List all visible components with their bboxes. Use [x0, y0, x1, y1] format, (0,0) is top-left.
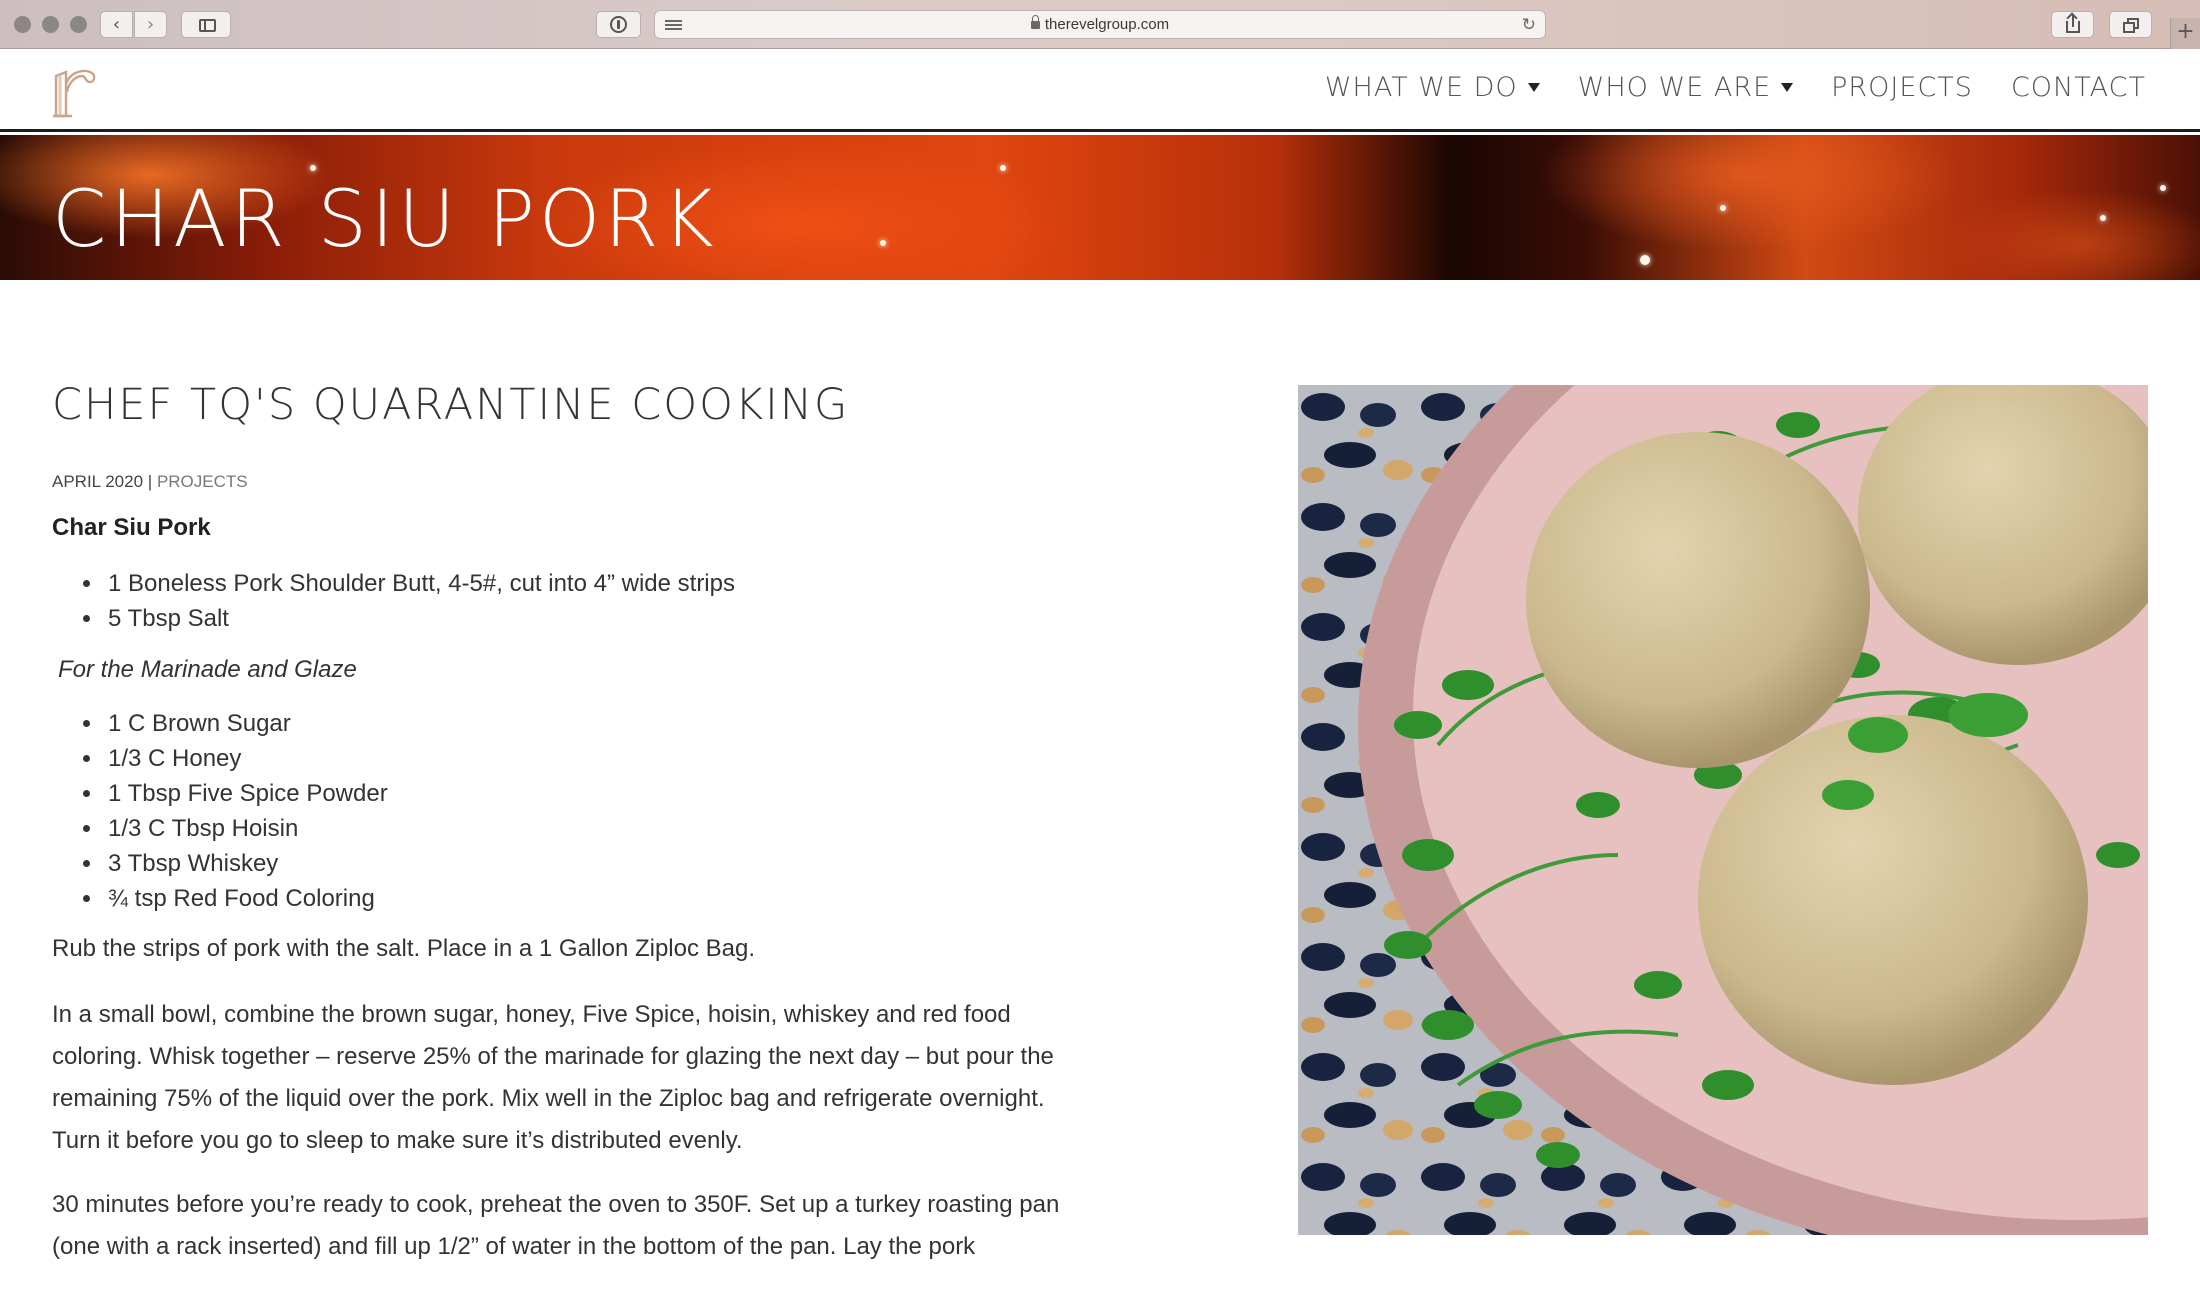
sidebar-icon — [199, 19, 216, 32]
recipe-title: Char Siu Pork — [52, 514, 211, 541]
marinade-heading: For the Marinade and Glaze — [58, 656, 357, 683]
hero-sparkle — [310, 165, 316, 171]
instruction-paragraph: Rub the strips of pork with the salt. Pl… — [52, 935, 756, 962]
ingredients-list: 1 Boneless Pork Shoulder Butt, 4-5#, cut… — [104, 566, 1092, 636]
sidebar-toggle-button[interactable] — [181, 11, 231, 38]
forward-button[interactable]: › — [134, 11, 167, 38]
hero-banner: CHAR SIU PORK — [0, 135, 2200, 280]
list-item: ¾ tsp Red Food Coloring — [104, 881, 1092, 916]
chevron-left-icon: ‹ — [112, 14, 121, 35]
nav-contact[interactable]: CONTACT — [2011, 72, 2146, 103]
window-zoom-button[interactable] — [70, 16, 87, 33]
marinade-ingredients-list: 1 C Brown Sugar 1/3 C Honey 1 Tbsp Five … — [104, 706, 1092, 916]
share-button[interactable] — [2051, 11, 2094, 38]
show-tabs-button[interactable] — [2109, 11, 2152, 38]
password-key-icon — [610, 16, 627, 33]
nav-projects[interactable]: PROJECTS — [1831, 72, 1973, 103]
address-bar[interactable]: therevelgroup.com ↻ — [654, 10, 1546, 39]
article: CHEF TQ'S QUARANTINE COOKING APRIL 2020 … — [52, 380, 1092, 1268]
caret-down-icon — [1781, 83, 1794, 92]
window-close-button[interactable] — [14, 16, 31, 33]
site-header: WHAT WE DO WHO WE ARE PROJECTS CONTACT — [0, 50, 2200, 132]
list-item: 5 Tbsp Salt — [104, 601, 1092, 636]
main-navigation: WHAT WE DO WHO WE ARE PROJECTS CONTACT — [1325, 72, 2146, 103]
recipe-photo — [1298, 385, 2148, 1235]
post-meta: APRIL 2020 | PROJECTS — [52, 472, 1092, 492]
revel-logo[interactable] — [50, 58, 100, 120]
list-item: 1 Tbsp Five Spice Powder — [104, 776, 1092, 811]
hero-sparkle — [1720, 205, 1726, 211]
meta-separator: | — [147, 472, 153, 491]
list-item: 1 Boneless Pork Shoulder Butt, 4-5#, cut… — [104, 566, 1092, 601]
list-item: 1 C Brown Sugar — [104, 706, 1092, 741]
hero-sparkle — [2100, 215, 2106, 221]
hero-sparkle — [880, 240, 886, 246]
new-tab-button[interactable]: + — [2170, 18, 2200, 49]
instruction-paragraph: In a small bowl, combine the brown sugar… — [52, 1001, 1054, 1154]
url-text: therevelgroup.com — [1044, 16, 1170, 33]
post-title: CHEF TQ'S QUARANTINE COOKING — [52, 380, 850, 430]
reload-icon[interactable]: ↻ — [1522, 15, 1536, 35]
nav-what-we-do[interactable]: WHAT WE DO — [1325, 72, 1540, 103]
list-item: 3 Tbsp Whiskey — [104, 846, 1092, 881]
hero-sparkle — [1640, 255, 1650, 265]
list-item: 1/3 C Tbsp Hoisin — [104, 811, 1092, 846]
window-minimize-button[interactable] — [42, 16, 59, 33]
instruction-paragraph: 30 minutes before you’re ready to cook, … — [52, 1191, 1060, 1260]
nav-who-we-are[interactable]: WHO WE ARE — [1578, 72, 1794, 103]
hero-sparkle — [1000, 165, 1006, 171]
browser-toolbar: ‹ › therevelgroup.com ↻ + — [0, 0, 2200, 49]
post-date: APRIL 2020 — [52, 472, 144, 491]
list-item: 1/3 C Honey — [104, 741, 1092, 776]
password-manager-button[interactable] — [596, 11, 641, 38]
caret-down-icon — [1527, 83, 1540, 92]
lock-icon — [1030, 15, 1040, 29]
hero-sparkle — [2160, 185, 2166, 191]
post-category-link[interactable]: PROJECTS — [157, 472, 248, 491]
hero-title: CHAR SIU PORK — [52, 175, 718, 265]
back-button[interactable]: ‹ — [100, 11, 133, 38]
chevron-right-icon: › — [146, 14, 155, 35]
